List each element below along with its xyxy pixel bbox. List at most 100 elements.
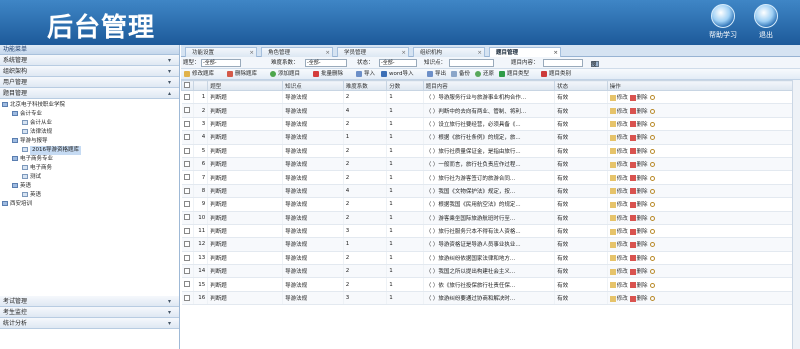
table-row[interactable]: 9 判断题 导游法规 2 1 （ ）根据我国《民用航空法》的规定... 有效 修改 删除 [181,197,800,212]
magnifier-icon[interactable] [649,282,655,288]
edit-link[interactable]: 修改 [609,282,628,289]
table-row[interactable]: 12 判断题 导游法规 1 1 （ ）导游资格证是导游人员事业执业... 有效 修改 删除 [181,237,800,252]
delete-link[interactable]: 删除 [629,121,648,128]
magnifier-icon[interactable] [649,121,655,127]
tree-node[interactable]: 导游与报导 [2,137,179,146]
row-checkbox[interactable] [181,211,195,225]
help-button[interactable]: 帮助学习 [703,4,743,40]
edit-link[interactable]: 修改 [609,201,628,208]
magnifier-icon[interactable] [649,135,655,141]
delete-link[interactable]: 删除 [629,295,648,302]
row-checkbox[interactable] [181,184,195,199]
table-row[interactable]: 6 判断题 导游法规 2 1 （ ）一般而言，旅行社负责应作过程... 有效 修改 删除 [181,157,800,172]
column-header-type[interactable]: 题型 [207,80,284,91]
difficulty-select[interactable]: -全部- [305,59,347,67]
status-select[interactable]: -全部- [379,59,417,67]
delete-link[interactable]: 删除 [629,188,648,195]
table-row[interactable]: 14 判断题 导游法规 2 1 （ ）我国之所以提出构建社会主义... 有效 修改 删除 [181,264,800,279]
knowledge-input[interactable] [449,59,494,67]
sidebar-item-monitor[interactable]: 考生监控 ▾ [0,307,179,318]
restore-button[interactable]: 还原 [475,70,494,79]
magnifier-icon[interactable] [649,255,655,261]
type-select[interactable]: -全部- [201,59,241,67]
delete-link[interactable]: 删除 [629,175,648,182]
tab-role-management[interactable]: 角色管理 × [261,47,333,57]
table-row[interactable]: 5 判断题 导游法规 2 1 （ ）旅行社质量保证金，是指由旅行... 有效 修改 删除 [181,144,800,158]
table-row[interactable]: 15 判断题 导游法规 2 1 （ ）依《旅行社投保旅行社责任保... 有效 修改 删除 [181,277,800,292]
tree-node[interactable]: 测试 [2,173,179,182]
magnifier-icon[interactable] [649,148,655,154]
column-header-status[interactable]: 状态 [554,80,608,91]
table-row[interactable]: 4 判断题 导游法规 1 1 （ ）根据《旅行社条例》的规定，旅... 有效 修改 删除 [181,130,800,145]
tab-organization[interactable]: 组织机构 × [413,47,485,57]
edit-link[interactable]: 修改 [609,108,628,115]
edit-link[interactable]: 修改 [609,148,628,155]
delete-link[interactable]: 删除 [629,201,648,208]
delete-link[interactable]: 删除 [629,148,648,155]
magnifier-icon[interactable] [649,175,655,181]
edit-link[interactable]: 修改 [609,255,628,262]
content-input[interactable] [543,59,583,67]
table-row[interactable]: 11 判断题 导游法规 3 1 （ ）旅行社服务只本不得有法人资格... 有效 修改 删除 [181,224,800,239]
tree-node[interactable]: 英语 [2,182,179,191]
column-header-knowledge[interactable]: 知识点 [282,80,344,91]
table-row[interactable]: 10 判断题 导游法规 2 1 （ ）游客乘坐国际旅游航班时行至... 有效 修改 删除 [181,211,800,225]
backup-button[interactable]: 备份 [451,70,470,79]
row-checkbox[interactable] [181,157,195,172]
tree-node[interactable]: 法律法规 [2,128,179,137]
table-row[interactable]: 13 判断题 导游法规 2 1 （ ）旅游纠纷依据国家法律和地方... 有效 修改 删除 [181,251,800,266]
magnifier-icon[interactable] [649,95,655,101]
column-header-difficulty[interactable]: 难度系数 [342,80,388,91]
batch-delete-button[interactable]: 批量删除 [313,70,343,79]
tab-question-management[interactable]: 题目管理 × [489,47,561,57]
sidebar-item-exams[interactable]: 考试管理 ▾ [0,296,179,307]
magnifier-icon[interactable] [649,242,655,248]
edit-bank-button[interactable]: 修改题库 [184,70,214,79]
tree-node[interactable]: 电子商务 [2,164,179,173]
column-header-score[interactable]: 分数 [386,80,424,91]
row-checkbox[interactable] [181,90,195,105]
tree-node[interactable]: 会计专业 [2,110,179,119]
row-checkbox[interactable] [181,237,195,252]
tree-node[interactable]: 电子商务专业 [2,155,179,164]
import-button[interactable]: 导入 [356,70,375,79]
question-category-button[interactable]: 题目类别 [541,70,571,79]
sidebar-item-questions[interactable]: 题目管理 ▴ [0,88,179,99]
edit-link[interactable]: 修改 [609,121,628,128]
table-row[interactable]: 1 判断题 导游法规 2 1 （ ）导游服务行业与旅游事业机构合作... 有效 修改 删除 [181,90,800,105]
sidebar-item-org[interactable]: 组织架构 ▾ [0,66,179,77]
row-checkbox[interactable] [181,103,195,118]
magnifier-icon[interactable] [649,229,655,235]
delete-link[interactable]: 删除 [629,228,648,235]
sidebar-item-users[interactable]: 用户管理 ▾ [0,77,179,88]
row-checkbox[interactable] [181,277,195,292]
table-row[interactable]: 7 判断题 导游法规 2 1 （ ）旅行社为游客签订的旅游合同... 有效 修改 删除 [181,170,800,185]
table-row[interactable]: 16 判断题 导游法规 3 1 （ ）旅游纠纷要通过协商和解决时... 有效 修改 删除 [181,291,800,306]
magnifier-icon[interactable] [649,202,655,208]
delete-link[interactable]: 删除 [629,134,648,141]
magnifier-icon[interactable] [649,269,655,275]
delete-bank-button[interactable]: 删除题库 [227,70,257,79]
row-checkbox[interactable] [181,117,195,132]
edit-link[interactable]: 修改 [609,215,628,222]
tree-node[interactable]: 英语 [2,191,179,200]
add-question-button[interactable]: 添加题目 [270,70,300,79]
tree-node[interactable]: 会计从业 [2,119,179,128]
row-checkbox[interactable] [181,144,195,158]
question-type-button[interactable]: 题目类型 [499,70,529,79]
tree-node[interactable]: 西安培训 [2,200,179,209]
column-header-content[interactable]: 题目内容 [422,80,556,91]
tree-node[interactable]: 北京电子科技职业学院 [2,101,179,110]
row-checkbox[interactable] [181,224,195,239]
edit-link[interactable]: 修改 [609,228,628,235]
delete-link[interactable]: 删除 [629,241,648,248]
tab-student-management[interactable]: 学员管理 × [337,47,409,57]
magnifier-icon[interactable] [649,296,655,302]
logout-button[interactable]: 退出 [746,4,786,40]
delete-link[interactable]: 删除 [629,161,648,168]
edit-link[interactable]: 修改 [609,268,628,275]
delete-link[interactable]: 删除 [629,282,648,289]
edit-link[interactable]: 修改 [609,94,628,101]
row-checkbox[interactable] [181,251,195,266]
table-row[interactable]: 8 判断题 导游法规 4 1 （ ）我国《文物保护法》规定，按... 有效 修改 删除 [181,184,800,199]
